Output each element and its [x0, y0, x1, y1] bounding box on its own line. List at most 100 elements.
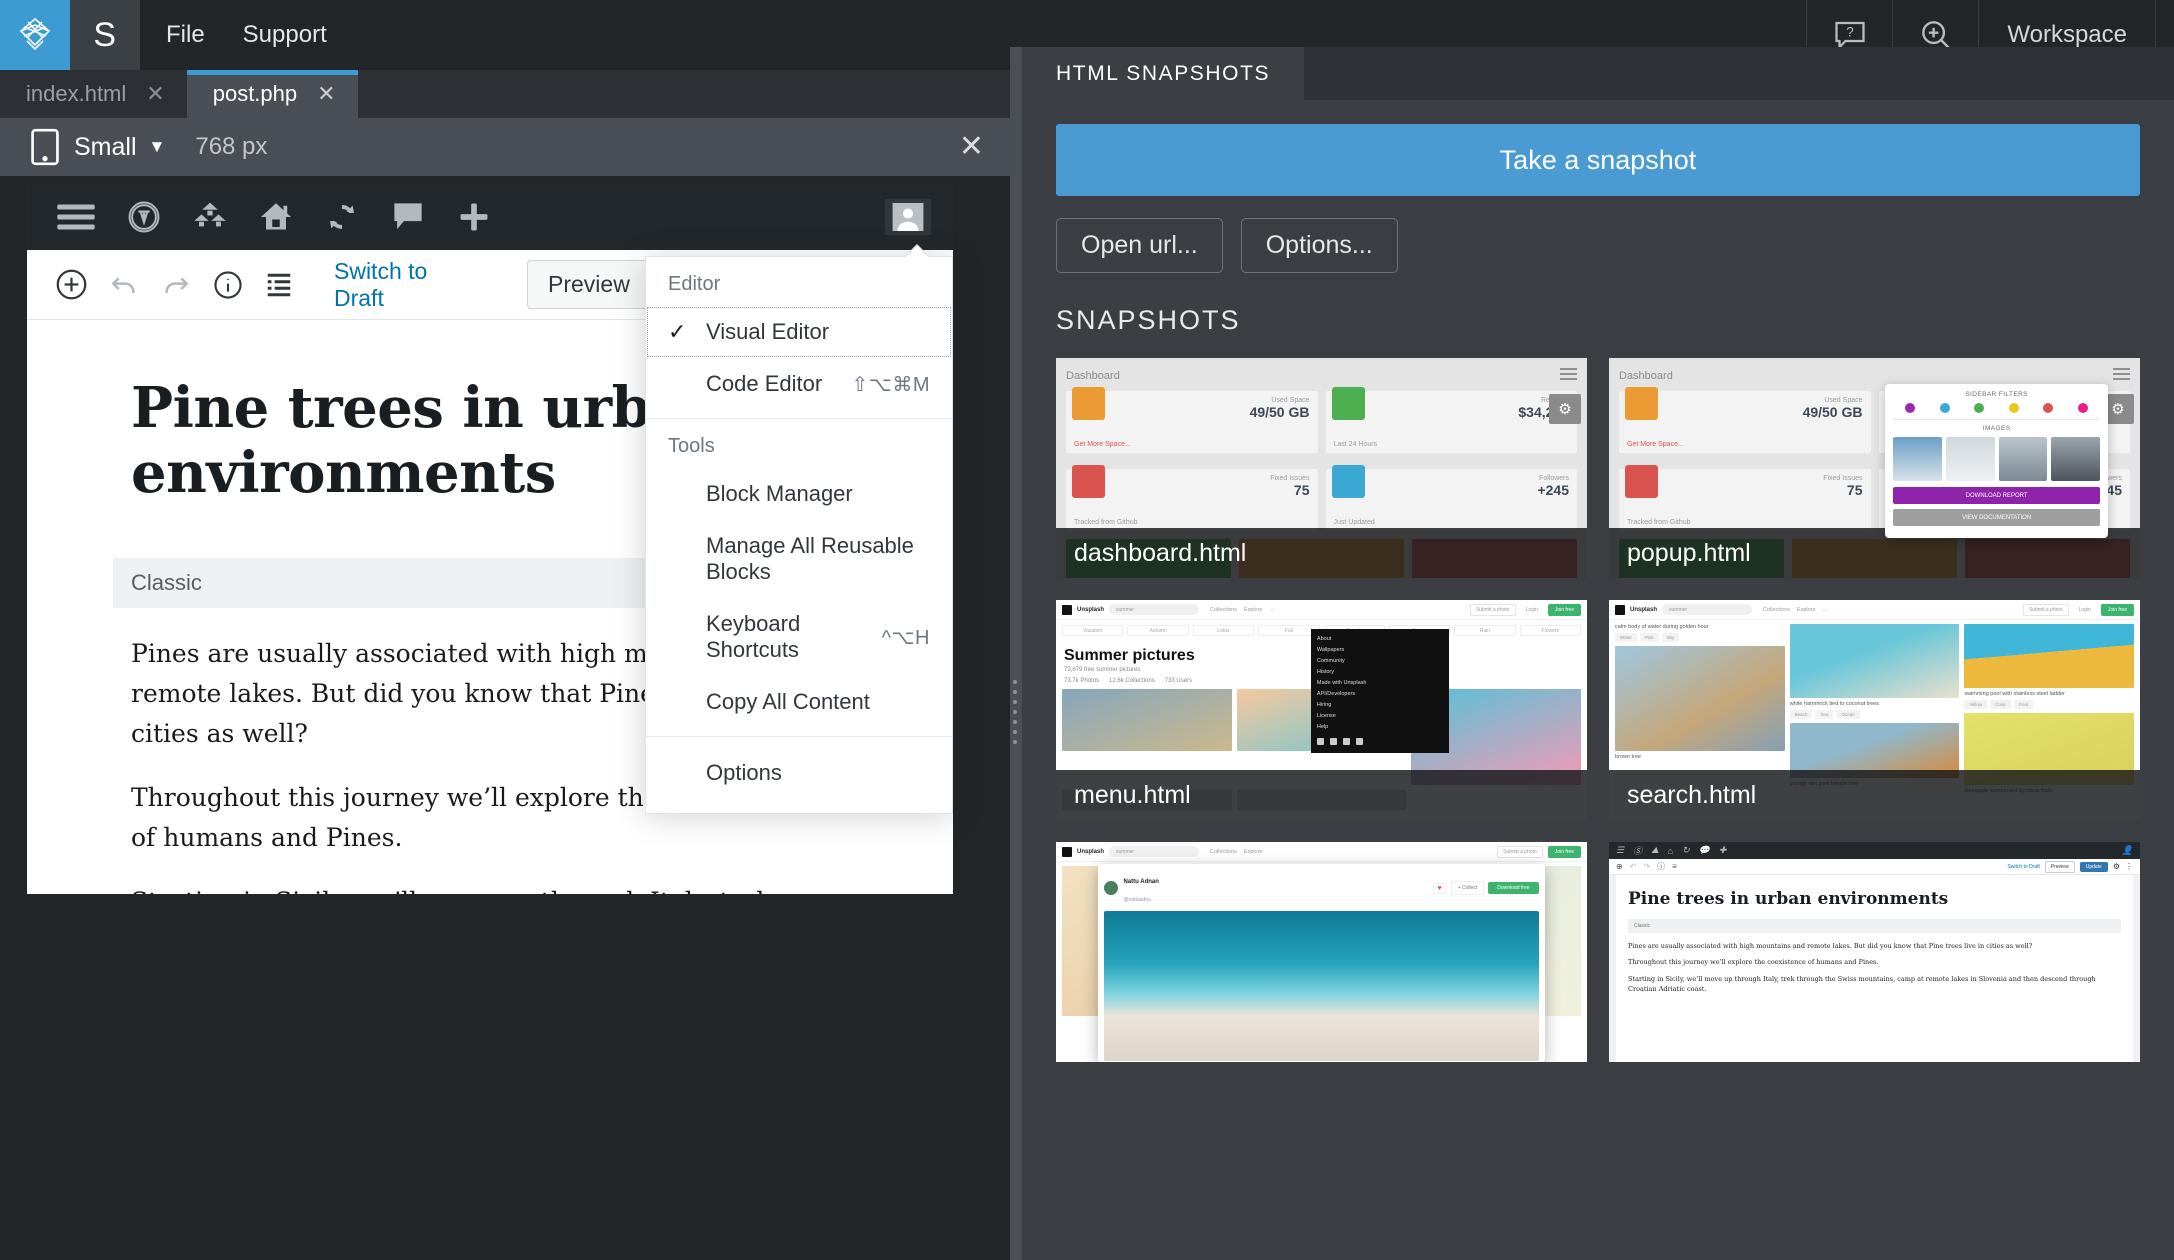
nav-link: Explore — [1243, 848, 1263, 855]
avatar-icon[interactable] — [885, 199, 931, 235]
html-snapshots-panel: HTML SNAPSHOTS Take a snapshot Open url.… — [1022, 47, 2174, 1260]
tab-html-snapshots[interactable]: HTML SNAPSHOTS — [1022, 47, 1305, 100]
panel-resize-handle[interactable] — [1013, 680, 1017, 744]
update-button: Update — [2079, 861, 2108, 872]
mini-card-foot: Tracked from Github — [1627, 519, 1691, 526]
wordpress-icon[interactable] — [127, 200, 161, 234]
menubar: File Support — [140, 0, 327, 70]
snapshot-card-wp-post[interactable]: ☰ Ⓢ ⛰ ⌂ ↻ 💬 ✚ 👤 ⊕ ↶ ↷ ⓘ ≡ Switch to Draf… — [1609, 842, 2140, 1062]
join-free-button: Join free — [2100, 603, 2134, 616]
close-device-icon[interactable]: ✕ — [959, 132, 984, 162]
menu-section-tools: Tools — [668, 435, 715, 457]
unsplash-logo-icon — [1062, 846, 1072, 857]
mini-card-foot: Tracked from Github — [1074, 519, 1138, 526]
post-paragraph: Throughout this journey we’ll explore th… — [1628, 958, 1879, 967]
menu-item-block-manager[interactable]: Block Manager — [646, 468, 952, 520]
unsplash-logo-icon — [1615, 604, 1625, 615]
tablet-icon — [30, 128, 60, 166]
mini-card-foot: Just Updated — [1333, 519, 1375, 526]
snapshot-card-search[interactable]: Unsplash summer Collections Explore ... … — [1609, 600, 2140, 820]
post-paragraph[interactable]: Starting in Sicily, we’ll move up throug… — [131, 882, 821, 894]
tab-post-php[interactable]: post.php ✕ — [186, 70, 358, 118]
switch-to-draft-link[interactable]: Switch to Draft — [334, 258, 481, 312]
chip: Lotus — [1192, 625, 1255, 636]
menu-item-code-editor[interactable]: Code Editor ⇧⌥⌘M — [646, 358, 952, 410]
photo-author-handle: @nattuadnu — [1123, 897, 1151, 903]
panel-body: Take a snapshot Open url... Options... S… — [1022, 100, 2174, 1062]
panel-secondary-actions: Open url... Options... — [1056, 218, 2140, 273]
nav-link: ... — [1822, 606, 1828, 613]
mini-card-label: Used Space — [1824, 397, 1863, 404]
comment-icon[interactable] — [391, 202, 425, 232]
classic-block-label: Classic — [1628, 919, 2121, 934]
nav-link: Collections — [1210, 848, 1237, 855]
checkmark-icon: ✓ — [668, 319, 687, 344]
photo-author: Nattu Adnan — [1123, 879, 1159, 885]
nav-links: Collections Explore — [1210, 849, 1263, 855]
plus-icon: ✚ — [1718, 845, 1727, 855]
mini-card-value: 75 — [1846, 482, 1863, 498]
menu-item-visual-editor[interactable]: ✓ Visual Editor — [646, 306, 952, 358]
multisite-icon[interactable] — [193, 202, 227, 232]
panel-divider[interactable] — [1010, 47, 1022, 1260]
mini-card-value: $34,245 — [1518, 404, 1569, 420]
nav-right: Submit a photo Login Join free — [1469, 603, 1581, 616]
dropdown-menu: About Wallpapers Community History Made … — [1310, 628, 1449, 753]
collect-button: + Collect — [1450, 881, 1485, 895]
menu-item-label: Visual Editor — [706, 319, 830, 344]
brand-name: Unsplash — [1630, 606, 1658, 613]
take-snapshot-button[interactable]: Take a snapshot — [1056, 124, 2140, 196]
home-icon[interactable] — [259, 202, 293, 232]
menu-item: Help — [1316, 724, 1329, 731]
workspace-initial-badge[interactable]: S — [70, 0, 140, 70]
snapshot-card-photo-modal[interactable]: Unsplash summer Collections Explore Subm… — [1056, 842, 1587, 1062]
menu-support[interactable]: Support — [243, 21, 327, 49]
redo-icon[interactable] — [160, 269, 192, 301]
preview-button: Preview — [2044, 860, 2075, 873]
device-toolbar: Small ▼ 768 px ✕ — [0, 118, 1010, 176]
stat: 12.6k Collections — [1109, 678, 1155, 684]
undo-icon[interactable] — [108, 269, 140, 301]
wp-admin-bar — [27, 184, 953, 250]
unsplash-logo-icon — [1062, 604, 1072, 615]
chip: Flowers — [1519, 625, 1581, 636]
mini-card-value: 49/50 GB — [1802, 404, 1863, 420]
menu-file[interactable]: File — [166, 21, 205, 49]
plus-icon[interactable] — [457, 200, 491, 234]
list-view-icon[interactable] — [264, 270, 294, 300]
refresh-icon[interactable] — [325, 201, 359, 233]
wp-admin-bar: ☰ Ⓢ ⛰ ⌂ ↻ 💬 ✚ 👤 — [1609, 842, 2140, 859]
menu-icon[interactable] — [57, 203, 95, 231]
menu-item-copy-all-content[interactable]: Copy All Content — [646, 676, 952, 728]
menu-item-keyboard-shortcuts[interactable]: Keyboard Shortcuts ^⌥H — [646, 598, 952, 676]
snapshot-card-popup[interactable]: Dashboard Used Space 49/50 GB Get More Spa… — [1609, 358, 2140, 578]
mini-card-label: Followers — [1539, 475, 1569, 482]
menu-group-editor: ✓ Visual Editor Code Editor ⇧⌥⌘M — [646, 306, 952, 419]
login-link: Login — [2078, 606, 2091, 613]
tab-index-html[interactable]: index.html ✕ — [0, 70, 187, 118]
mini-card-label: Fixed Issues — [1823, 475, 1863, 482]
app-logo — [0, 0, 70, 70]
avatar-icon — [1104, 881, 1119, 895]
close-icon[interactable]: ✕ — [146, 81, 164, 107]
snapshot-card-dashboard[interactable]: Dashboard Used Space 49/50 GB Get More Spa… — [1056, 358, 1587, 578]
open-url-button[interactable]: Open url... — [1056, 218, 1223, 273]
close-icon[interactable]: ✕ — [317, 81, 335, 107]
menu-item-label: Block Manager — [706, 481, 853, 506]
info-icon[interactable] — [212, 269, 244, 301]
preview-button[interactable]: Preview — [527, 260, 651, 309]
chevron-down-icon[interactable]: ▼ — [149, 137, 166, 157]
mini-card-foot: Get More Space... — [1627, 441, 1684, 448]
options-button[interactable]: Options... — [1240, 218, 1398, 273]
gear-icon: ⚙ — [1549, 394, 1581, 424]
thumb-dashboard-title: Dashboard — [1066, 369, 1120, 382]
brand-name: Unsplash — [1077, 848, 1105, 855]
nav-link: Explore — [1243, 606, 1263, 613]
kebab-menu-icon: ⋮ — [2125, 862, 2133, 871]
menu-item-options[interactable]: Options — [646, 747, 952, 799]
device-size-label[interactable]: Small — [74, 133, 137, 162]
menu-item-manage-reusable-blocks[interactable]: Manage All Reusable Blocks — [646, 520, 952, 598]
menu-item-shortcut: ⇧⌥⌘M — [851, 373, 930, 396]
snapshot-card-menu[interactable]: Unsplash summer Collections Explore ... … — [1056, 600, 1587, 820]
add-block-icon[interactable] — [55, 268, 88, 301]
